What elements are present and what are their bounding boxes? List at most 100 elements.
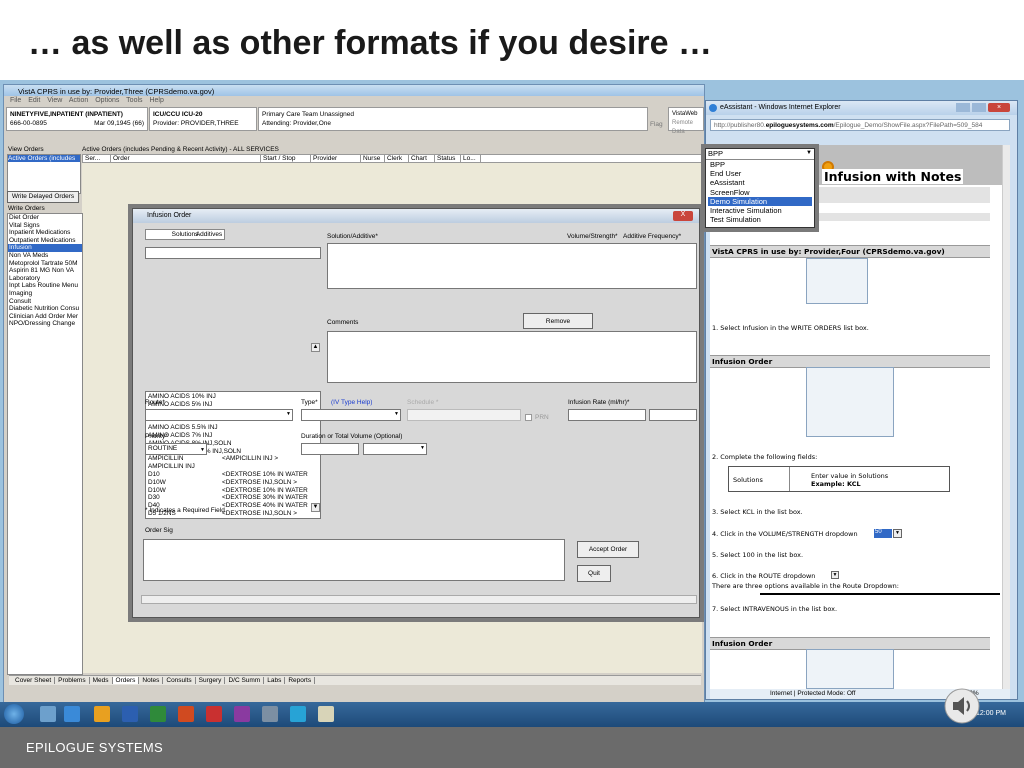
list-item[interactable]: AMINO ACIDS 7% INJ bbox=[148, 432, 318, 440]
screenshot-thumbnail[interactable] bbox=[806, 258, 868, 304]
format-dropdown-value[interactable]: BPP ▼ bbox=[706, 149, 814, 160]
view-orders-list[interactable]: Active Orders (includes bbox=[7, 154, 81, 194]
column-header[interactable]: Ser... bbox=[83, 155, 111, 162]
write-order-item[interactable]: Diet Order bbox=[8, 214, 82, 222]
solutions-search-input[interactable] bbox=[145, 247, 321, 259]
list-item[interactable]: AMINO ACIDS 10% INJ bbox=[148, 393, 318, 401]
flag-button[interactable]: Flag bbox=[650, 121, 663, 128]
chevron-down-icon[interactable]: ▼ bbox=[831, 571, 839, 579]
onenote-icon[interactable] bbox=[234, 706, 250, 722]
solution-additive-grid[interactable] bbox=[327, 243, 697, 289]
address-bar[interactable]: http://publisher80.epiloguesystems.com/E… bbox=[710, 119, 1010, 131]
list-item[interactable]: AMINO ACIDS 5% INJ bbox=[148, 401, 318, 409]
list-item[interactable]: AMINO ACIDS 5.5% INJ bbox=[148, 424, 318, 432]
view-orders-item[interactable]: Active Orders (includes bbox=[8, 155, 80, 162]
column-header[interactable]: Start / Stop bbox=[261, 155, 311, 162]
format-option[interactable]: Demo Simulation bbox=[708, 196, 812, 207]
comments-textarea[interactable] bbox=[327, 331, 697, 383]
quit-button[interactable]: Quit bbox=[577, 565, 611, 582]
tab-notes[interactable]: Notes bbox=[139, 677, 164, 684]
tab-problems[interactable]: Problems bbox=[55, 677, 90, 684]
tab-cover-sheet[interactable]: Cover Sheet bbox=[12, 677, 56, 684]
ie-close-button[interactable]: × bbox=[988, 103, 1010, 112]
scroll-down-icon[interactable]: ▼ bbox=[311, 503, 320, 512]
tab-consults[interactable]: Consults bbox=[163, 677, 196, 684]
column-header[interactable]: Provider bbox=[311, 155, 361, 162]
format-option[interactable]: Interactive Simulation bbox=[708, 206, 812, 215]
write-order-item[interactable]: Imaging bbox=[8, 290, 82, 298]
pdf-icon[interactable] bbox=[206, 706, 222, 722]
duration-unit-dropdown[interactable]: ▼ bbox=[363, 443, 427, 455]
write-order-item[interactable]: Outpatient Medications bbox=[8, 237, 82, 245]
vertical-scrollbar[interactable] bbox=[1002, 145, 1010, 689]
start-button-icon[interactable] bbox=[4, 704, 24, 724]
excel-icon[interactable] bbox=[150, 706, 166, 722]
column-header[interactable]: Status bbox=[435, 155, 461, 162]
list-item[interactable]: D10 <DEXTROSE 10% IN WATER bbox=[148, 471, 318, 479]
team-box[interactable]: Primary Care Team Unassigned Attending: … bbox=[258, 107, 648, 131]
priority-dropdown[interactable]: ROUTINE ▼ bbox=[145, 443, 207, 455]
write-order-item[interactable]: Laboratory bbox=[8, 275, 82, 283]
format-option[interactable]: BPP bbox=[708, 160, 812, 169]
write-orders-list[interactable]: Diet Order Vital Signs Inpatient Medicatio… bbox=[7, 213, 83, 675]
format-option[interactable]: Test Simulation bbox=[708, 215, 812, 224]
volume-strength-value[interactable]: 50 bbox=[874, 529, 892, 538]
write-order-item[interactable]: Non VA Meds bbox=[8, 252, 82, 260]
route-dropdown[interactable]: ▼ bbox=[145, 409, 293, 421]
dialog-close-button[interactable]: X bbox=[673, 211, 693, 221]
duration-input[interactable] bbox=[301, 443, 359, 455]
column-header[interactable]: Chart bbox=[409, 155, 435, 162]
list-item[interactable]: D10W <DEXTROSE INJ,SOLN > bbox=[148, 479, 318, 487]
explorer-icon[interactable] bbox=[40, 706, 56, 722]
cprs-tab-bar[interactable]: Cover Sheet Problems Meds Orders Notes Consul… bbox=[9, 675, 701, 685]
column-header[interactable]: Clerk bbox=[385, 155, 409, 162]
location-box[interactable]: ICU/CCU ICU-20 Provider: PROVIDER,THREE bbox=[149, 107, 257, 131]
type-dropdown[interactable]: ▼ bbox=[301, 409, 401, 421]
list-item[interactable]: AMPICILLIN <AMPICILLIN INJ > bbox=[148, 455, 318, 463]
tab-surgery[interactable]: Surgery bbox=[195, 677, 226, 684]
tab-additives[interactable]: Additives bbox=[189, 231, 229, 238]
infusion-thumbnail[interactable] bbox=[806, 367, 894, 437]
write-order-item[interactable]: Infusion bbox=[8, 244, 82, 252]
write-order-item[interactable]: Metoprolol Tartrate 50M bbox=[8, 260, 82, 268]
remove-button[interactable]: Remove bbox=[523, 313, 593, 329]
app-icon[interactable] bbox=[262, 706, 278, 722]
write-order-item[interactable]: Inpatient Medications bbox=[8, 229, 82, 237]
cprs-menu-bar[interactable]: File Edit View Action Options Tools Help bbox=[4, 96, 704, 106]
outlook-icon[interactable] bbox=[94, 706, 110, 722]
iv-type-help-link[interactable]: (IV Type Help) bbox=[331, 399, 372, 406]
tab-reports[interactable]: Reports bbox=[285, 677, 316, 684]
column-header[interactable]: Order bbox=[111, 155, 261, 162]
horizontal-scrollbar[interactable] bbox=[141, 595, 697, 604]
prn-checkbox[interactable] bbox=[525, 414, 532, 421]
list-item[interactable]: D30 <DEXTROSE 30% IN WATER bbox=[148, 494, 318, 502]
list-item[interactable]: AMPICILLIN INJ bbox=[148, 463, 318, 471]
write-delayed-orders-button[interactable]: Write Delayed Orders bbox=[7, 191, 79, 203]
order-sig-textarea[interactable] bbox=[143, 539, 565, 581]
column-header[interactable]: Lo... bbox=[461, 155, 481, 162]
tab-orders[interactable]: Orders bbox=[112, 677, 140, 684]
speaker-icon[interactable] bbox=[944, 688, 980, 724]
write-order-item[interactable]: Clinician Add Order Mer bbox=[8, 313, 82, 321]
infusion-thumbnail-2[interactable] bbox=[806, 649, 894, 689]
powerpoint-icon[interactable] bbox=[178, 706, 194, 722]
ie-icon[interactable] bbox=[64, 706, 80, 722]
app-icon[interactable] bbox=[290, 706, 306, 722]
list-item[interactable]: D10W <DEXTROSE 10% IN WATER bbox=[148, 487, 318, 495]
write-order-item[interactable]: Inpt Labs Routine Menu bbox=[8, 282, 82, 290]
patient-box[interactable]: NINETYFIVE,INPATIENT (INPATIENT) 666-00-… bbox=[6, 107, 148, 131]
tab-labs[interactable]: Labs bbox=[264, 677, 286, 684]
maximize-icon[interactable] bbox=[972, 103, 986, 112]
tab-meds[interactable]: Meds bbox=[89, 677, 113, 684]
write-order-item[interactable]: Vital Signs bbox=[8, 222, 82, 230]
infusion-rate-input[interactable] bbox=[568, 409, 646, 421]
format-option[interactable]: ScreenFlow bbox=[708, 188, 812, 197]
column-header[interactable]: Nurse bbox=[361, 155, 385, 162]
vistaweb-box[interactable]: VistaWeb Remote Data bbox=[668, 107, 704, 135]
tab-d-c-summ[interactable]: D/C Summ bbox=[225, 677, 265, 684]
infusion-rate-unit-input[interactable] bbox=[649, 409, 697, 421]
accept-order-button[interactable]: Accept Order bbox=[577, 541, 639, 558]
schedule-dropdown[interactable] bbox=[407, 409, 521, 421]
write-order-item[interactable]: Consult bbox=[8, 298, 82, 306]
cprs-taskbar-icon[interactable] bbox=[318, 706, 334, 722]
